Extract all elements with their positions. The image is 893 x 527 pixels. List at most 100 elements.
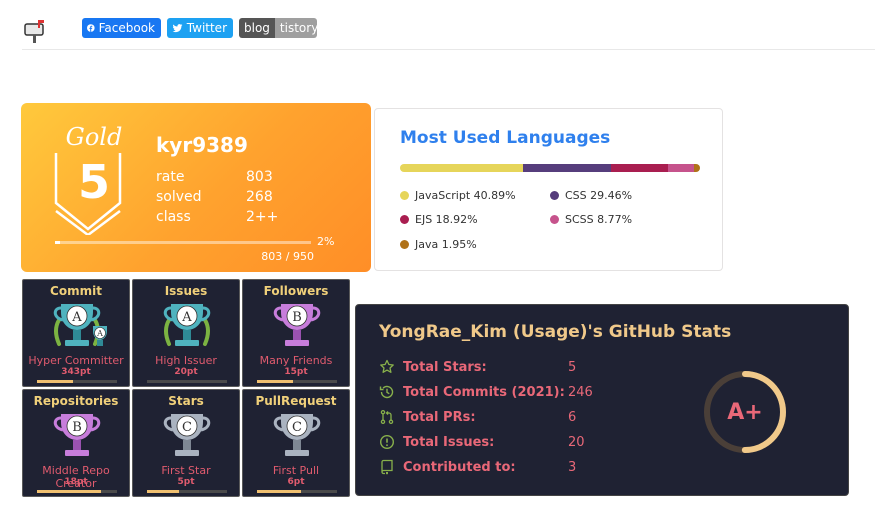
- lang-legend-item: CSS 29.46%: [550, 189, 632, 202]
- twitter-badge[interactable]: Twitter: [167, 18, 233, 38]
- lang-label: JavaScript 40.89%: [415, 189, 516, 202]
- trophy-cup-icon: A: [163, 304, 211, 346]
- trophy-cup-icon: AA: [53, 304, 107, 346]
- history-icon: [379, 385, 394, 399]
- lang-dot: [400, 191, 409, 200]
- trophy-title: PullRequest: [255, 394, 337, 408]
- rating-progress-percent: 2%: [317, 235, 335, 248]
- trophy-progress-track: [37, 380, 117, 383]
- trophy-cup-icon: B: [273, 304, 321, 346]
- trophy-cup-icon: B: [53, 414, 101, 456]
- lang-label: SCSS 8.77%: [565, 213, 633, 226]
- lang-bar-segment: [694, 164, 700, 172]
- blog-label: blog: [239, 18, 275, 38]
- stat-label: Total Issues:: [403, 434, 495, 450]
- trophy-title: Stars: [168, 394, 204, 408]
- trophy-title: Issues: [164, 284, 208, 298]
- stat-label: rate: [156, 169, 185, 185]
- stat-row-solved: solved 268: [156, 189, 273, 205]
- lang-label: EJS 18.92%: [415, 213, 478, 226]
- svg-text:A: A: [181, 310, 192, 325]
- facebook-label: Facebook: [98, 21, 155, 35]
- lang-bar-segment: [611, 164, 668, 172]
- trophy-progress-track: [37, 490, 117, 493]
- trophy-cup-icon: C: [163, 414, 211, 456]
- trophy-points: 6pt: [287, 477, 305, 487]
- pull-request-icon: [380, 409, 394, 425]
- stat-value: 246: [568, 384, 593, 400]
- rating-progress-count: 803 / 950: [261, 250, 314, 263]
- stat-value: 6: [568, 409, 577, 425]
- trophy-title: Followers: [263, 284, 329, 298]
- trophy-progress-track: [147, 380, 227, 383]
- trophy-pullrequest[interactable]: PullRequest C First Pull 6pt: [242, 389, 350, 497]
- repo-icon: [381, 459, 393, 475]
- lang-legend-item: EJS 18.92%: [400, 213, 478, 226]
- trophy-progress-fill: [257, 490, 301, 493]
- lang-legend-item: SCSS 8.77%: [550, 213, 632, 226]
- rank-grade: A+: [727, 399, 763, 425]
- svg-text:B: B: [72, 420, 82, 435]
- lang-bar-segment: [667, 164, 695, 172]
- solvedac-card[interactable]: Gold 5 kyr9389 rate 803 solved 268 class…: [21, 103, 371, 272]
- rating-progress-fill: [55, 241, 61, 244]
- stat-value: 5: [568, 359, 577, 375]
- stat-row-rate: rate 803: [156, 169, 273, 185]
- issue-icon: [379, 434, 395, 450]
- facebook-badge[interactable]: Facebook: [82, 18, 161, 38]
- trophy-followers[interactable]: Followers B Many Friends 15pt: [242, 279, 350, 387]
- lang-label: CSS 29.46%: [565, 189, 633, 202]
- svg-text:C: C: [182, 420, 192, 435]
- lang-legend-item: JavaScript 40.89%: [400, 189, 516, 202]
- svg-text:A: A: [96, 329, 103, 338]
- github-stats-title: YongRae_Kim (Usage)'s GitHub Stats: [379, 322, 732, 342]
- stat-label: Total Stars:: [403, 359, 487, 375]
- stat-row-commits: Total Commits (2021): 246: [379, 383, 593, 401]
- trophy-issues[interactable]: Issues A High Issuer 20pt: [132, 279, 240, 387]
- lang-label: Java 1.95%: [415, 238, 477, 251]
- stat-row-issues: Total Issues: 20: [379, 433, 585, 451]
- stat-label: Total Commits (2021):: [403, 384, 565, 400]
- languages-card[interactable]: Most Used Languages JavaScript 40.89% CS…: [374, 108, 723, 271]
- trophy-points: 15pt: [284, 367, 308, 377]
- trophy-progress-fill: [37, 380, 73, 383]
- trophy-subtitle: High Issuer: [155, 354, 217, 367]
- stat-row-class: class 2++: [156, 209, 278, 225]
- facebook-icon: [87, 24, 95, 32]
- lang-dot: [400, 215, 409, 224]
- svg-text:B: B: [292, 310, 302, 325]
- trophy-stars[interactable]: Stars C First Star 5pt: [132, 389, 240, 497]
- trophy-points: 5pt: [177, 477, 195, 487]
- blog-badge[interactable]: blog tistory: [239, 18, 317, 38]
- languages-title: Most Used Languages: [400, 128, 611, 148]
- svg-text:A: A: [71, 310, 82, 325]
- stat-value: 268: [246, 189, 273, 205]
- rating-progress-track: [55, 241, 311, 244]
- stat-label: Contributed to:: [403, 459, 516, 475]
- stat-label: Total PRs:: [403, 409, 476, 425]
- twitter-label: Twitter: [186, 21, 227, 35]
- trophy-points: 18pt: [64, 477, 88, 487]
- github-stats-card[interactable]: YongRae_Kim (Usage)'s GitHub Stats Total…: [355, 304, 849, 496]
- lang-dot: [400, 240, 409, 249]
- trophy-progress-fill: [257, 380, 293, 383]
- trophy-title: Commit: [50, 284, 102, 298]
- stat-row-contributed: Contributed to: 3: [379, 458, 576, 476]
- trophy-subtitle: Hyper Committer: [28, 354, 124, 367]
- trophy-repositories[interactable]: Repositories B Middle Repo Creator 18pt: [22, 389, 130, 497]
- languages-bar: [400, 164, 700, 172]
- trophy-subtitle: First Star: [161, 464, 211, 477]
- trophy-points: 20pt: [174, 367, 198, 377]
- trophy-subtitle: Many Friends: [259, 354, 333, 367]
- stat-value: 20: [568, 434, 585, 450]
- tier-name: Gold: [65, 123, 123, 151]
- trophy-commit[interactable]: Commit AA Hyper Committer 343pt: [22, 279, 130, 387]
- svg-text:C: C: [292, 420, 302, 435]
- stat-row-prs: Total PRs: 6: [379, 408, 576, 426]
- trophy-progress-track: [257, 490, 337, 493]
- stat-label: class: [156, 209, 191, 225]
- trophy-progress-fill: [37, 490, 101, 493]
- mailbox-icon: [24, 20, 44, 43]
- user-handle: kyr9389: [156, 133, 248, 157]
- stat-label: solved: [156, 189, 202, 205]
